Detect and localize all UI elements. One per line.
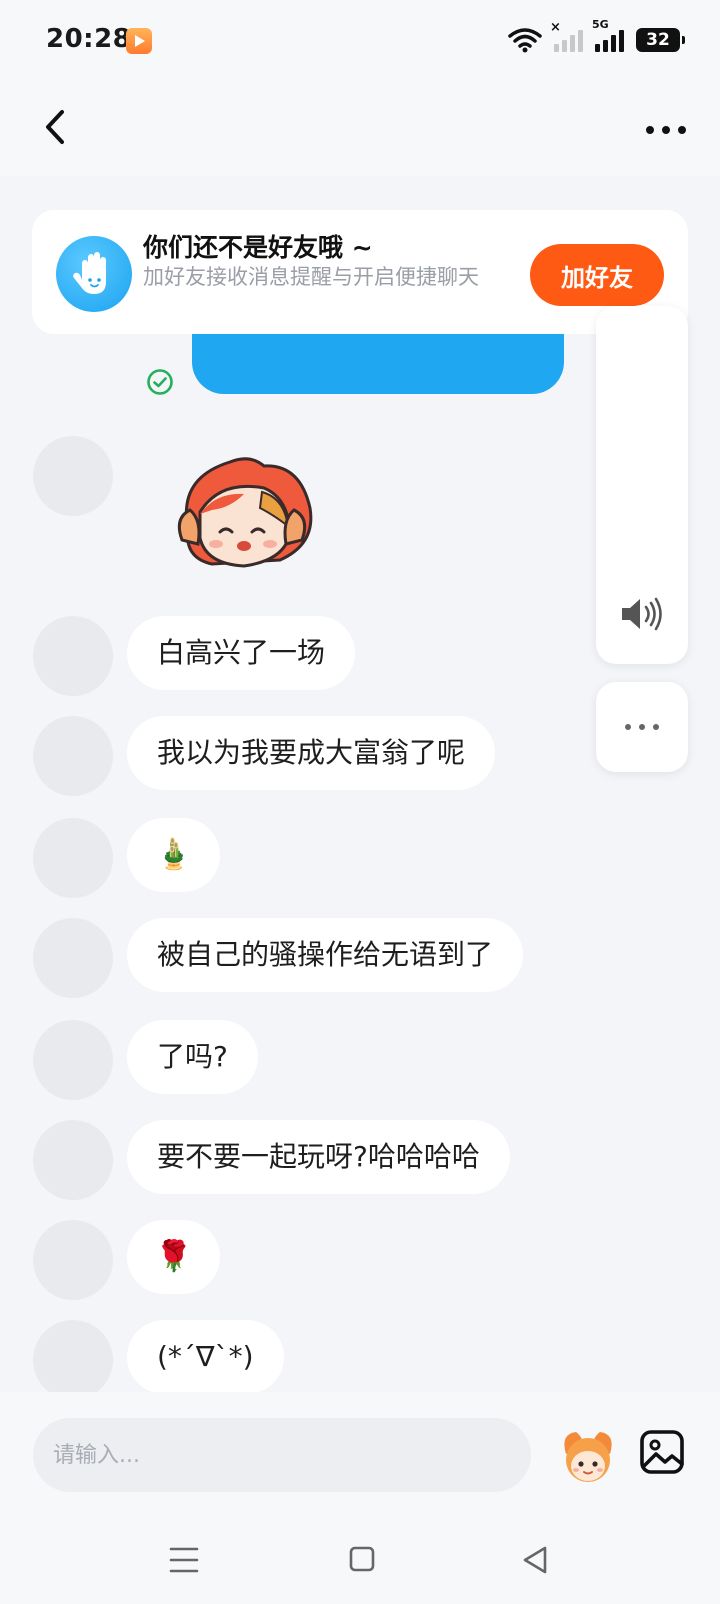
emoji-message-bubble[interactable]: 🎍 xyxy=(127,818,221,892)
message-bubble[interactable]: 白高兴了一场 xyxy=(127,616,356,690)
sender-avatar[interactable] xyxy=(33,918,113,998)
app-badge-icon xyxy=(126,28,152,54)
banner-title: 你们还不是好友哦 ~ xyxy=(143,233,373,262)
message-bubble[interactable]: 了吗? xyxy=(127,1020,258,1094)
speaker-volume-icon xyxy=(622,597,662,631)
status-icons: × 5G 32 xyxy=(508,19,685,56)
sender-avatar[interactable] xyxy=(33,1320,113,1400)
message-bubble[interactable]: 被自己的骚操作给无语到了 xyxy=(127,918,524,992)
waving-hand-icon xyxy=(56,236,132,312)
sender-avatar[interactable] xyxy=(33,1120,113,1200)
battery-level: 32 xyxy=(646,30,670,50)
cartoon-character-sticker[interactable] xyxy=(160,448,320,588)
chat-header xyxy=(0,80,720,176)
system-back-button[interactable] xyxy=(514,1540,558,1580)
system-menu-button[interactable] xyxy=(162,1540,206,1580)
previous-message-bubble[interactable] xyxy=(192,330,564,394)
sender-avatar[interactable] xyxy=(33,1020,113,1100)
wifi-icon xyxy=(508,28,542,53)
sender-avatar[interactable] xyxy=(33,716,113,796)
more-horizontal-icon xyxy=(625,724,659,730)
volume-panel[interactable] xyxy=(596,306,688,664)
signal-no-sim-icon: × xyxy=(550,20,583,52)
more-options-button[interactable] xyxy=(642,110,690,150)
sender-avatar[interactable] xyxy=(33,616,113,696)
battery-icon: 32 xyxy=(636,28,685,52)
back-triangle-icon xyxy=(523,1546,547,1574)
add-friend-button[interactable]: 加好友 xyxy=(530,244,664,306)
sender-avatar[interactable] xyxy=(33,436,113,516)
sticker-button[interactable] xyxy=(556,1424,620,1488)
sender-avatar[interactable] xyxy=(33,1220,113,1300)
more-horizontal-icon xyxy=(646,126,686,134)
image-icon xyxy=(640,1430,684,1474)
message-input[interactable] xyxy=(33,1418,531,1492)
mascot-sticker-icon xyxy=(564,1432,612,1482)
sender-avatar[interactable] xyxy=(33,818,113,898)
network-type-label: 5G xyxy=(592,18,609,31)
message-bubble[interactable]: (*´∇`*) xyxy=(127,1320,284,1394)
message-bubble[interactable]: 我以为我要成大富翁了呢 xyxy=(127,716,496,790)
banner-subtitle: 加好友接收消息提醒与开启便捷聊天 xyxy=(143,265,479,289)
back-button[interactable] xyxy=(36,100,80,156)
chevron-left-icon xyxy=(46,110,64,144)
system-home-button[interactable] xyxy=(340,1540,384,1580)
message-bubble[interactable]: 要不要一起玩呀?哈哈哈哈 xyxy=(127,1120,510,1194)
home-square-icon xyxy=(349,1546,375,1572)
image-button[interactable] xyxy=(638,1428,686,1476)
emoji-message-bubble[interactable]: 🌹 xyxy=(127,1220,221,1294)
menu-icon xyxy=(169,1547,199,1573)
check-circle-icon xyxy=(147,369,173,395)
status-time: 20:28 xyxy=(46,24,132,54)
panel-more-button[interactable] xyxy=(596,682,688,772)
signal-5g-icon: 5G xyxy=(592,19,624,52)
